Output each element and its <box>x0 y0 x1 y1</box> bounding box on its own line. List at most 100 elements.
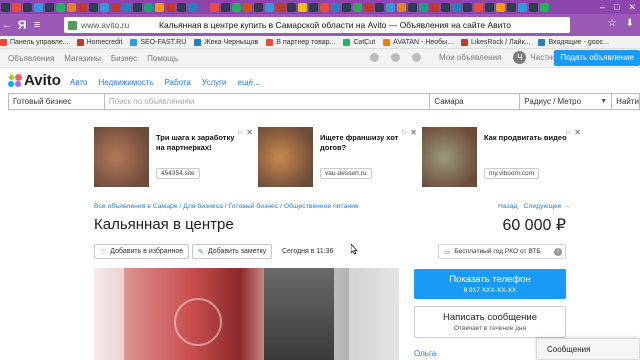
back-arrow-icon[interactable]: ← <box>0 19 14 31</box>
browser-tab-favicon-icon[interactable] <box>100 2 109 12</box>
browser-tab-favicon-icon[interactable] <box>166 2 175 12</box>
browser-tab-favicon-icon[interactable] <box>243 2 252 12</box>
browser-tab-favicon-icon[interactable] <box>254 2 263 12</box>
browser-tab-favicon-icon[interactable] <box>276 2 285 12</box>
browser-tab-favicon-icon[interactable] <box>12 2 21 12</box>
breadcrumb[interactable]: Все объявления в Самаре / Для бизнеса / … <box>94 203 359 210</box>
bookmark-item[interactable]: Панель управле... <box>0 38 69 46</box>
info-icon[interactable]: i <box>554 248 562 256</box>
search-button[interactable]: Найти <box>612 94 639 109</box>
browser-tab-favicon-icon[interactable] <box>188 2 197 12</box>
category-link[interactable]: ещё... <box>238 78 260 87</box>
show-phone-button[interactable]: Показать телефон 8 917 XXX-XX-XX <box>414 269 566 299</box>
download-icon[interactable]: ⬇ <box>626 18 634 29</box>
bell-icon[interactable] <box>391 53 400 62</box>
maximize-icon[interactable]: □ <box>614 2 619 12</box>
browser-tab-favicon-icon[interactable] <box>122 2 131 12</box>
browser-tab-favicon-icon[interactable] <box>364 2 373 12</box>
prev-link[interactable]: Назад <box>498 203 517 210</box>
post-ad-button[interactable]: Подать объявление <box>554 50 640 66</box>
browser-tab-favicon-icon[interactable] <box>452 2 461 12</box>
browser-tab-favicon-icon[interactable] <box>155 2 164 12</box>
ad-banner[interactable]: Три шага к заработку на партнерках! 4543… <box>94 127 255 187</box>
browser-tab-favicon-icon[interactable] <box>430 2 439 12</box>
browser-tab-favicon-icon[interactable] <box>496 2 505 12</box>
browser-tab-favicon-icon[interactable] <box>408 2 417 12</box>
browser-tab-favicon-icon[interactable] <box>199 2 208 12</box>
ad-info-icon[interactable]: ▷ <box>566 129 571 136</box>
ad-info-icon[interactable]: ▷ <box>238 129 243 136</box>
browser-tab-favicon-icon[interactable] <box>507 2 516 12</box>
yandex-logo[interactable]: Я <box>14 18 30 32</box>
bookmark-item[interactable]: Жека Черныщов <box>194 38 258 46</box>
add-favorite-button[interactable]: ♡ Добавить в избранное <box>94 244 190 259</box>
avito-logo[interactable]: Avito <box>8 72 61 89</box>
bookmark-item[interactable]: LikesRock / Лайк... <box>461 38 530 46</box>
browser-tab-favicon-icon[interactable] <box>89 2 98 12</box>
next-link[interactable]: Следующее → <box>523 203 570 210</box>
site-nav-link[interactable]: Бизнес <box>111 54 137 63</box>
bookmark-item[interactable]: CatCut <box>343 38 375 46</box>
minimize-icon[interactable]: – <box>600 2 605 12</box>
bookmark-item[interactable]: Входящие - gooc... <box>538 38 609 46</box>
category-link[interactable]: Услуги <box>202 78 227 87</box>
url-field[interactable]: www.avito.ru Кальянная в центре купить в… <box>64 17 570 33</box>
avatar[interactable]: Ч <box>513 51 527 64</box>
browser-tab-favicon-icon[interactable] <box>232 2 241 12</box>
browser-tab-favicon-icon[interactable] <box>78 2 87 12</box>
browser-tab-favicon-icon[interactable] <box>133 2 142 12</box>
category-link[interactable]: Работа <box>164 78 190 87</box>
browser-tab-favicon-icon[interactable] <box>397 2 406 12</box>
browser-tab-favicon-icon[interactable] <box>45 2 54 12</box>
star-icon[interactable]: ☆ <box>608 18 617 29</box>
close-icon[interactable]: ✕ <box>246 128 253 137</box>
browser-tab-favicon-icon[interactable] <box>529 2 538 12</box>
ad-info-icon[interactable]: ▷ <box>402 129 407 136</box>
bookmark-item[interactable]: SEO-FAST.RU <box>130 38 186 46</box>
browser-tab-favicon-icon[interactable] <box>419 2 428 12</box>
close-icon[interactable]: ✕ <box>410 128 417 137</box>
seller-name[interactable]: Ольга <box>414 349 436 358</box>
browser-tab-favicon-icon[interactable] <box>23 2 32 12</box>
browser-tab-favicon-icon[interactable] <box>221 2 230 12</box>
browser-tab-favicon-icon[interactable] <box>309 2 318 12</box>
site-nav-link[interactable]: Объявления <box>8 54 54 63</box>
browser-tab-favicon-icon[interactable] <box>353 2 362 12</box>
browser-tab-favicon-icon[interactable] <box>144 2 153 12</box>
browser-tab-favicon-icon[interactable] <box>375 2 384 12</box>
category-link[interactable]: Недвижимость <box>98 78 153 87</box>
category-select[interactable]: Готовый бизнес <box>9 94 105 109</box>
messages-tab[interactable]: Сообщения <box>536 338 640 360</box>
write-message-button[interactable]: Написать сообщение Отвечает в течение дн… <box>414 306 566 338</box>
ad-banner[interactable]: Как продвигать видео my.viboom.com ▷ ✕ <box>422 127 583 187</box>
heart-icon[interactable] <box>370 53 379 62</box>
menu-icon[interactable]: ≡ <box>30 19 44 31</box>
browser-tab-favicon-icon[interactable] <box>56 2 65 12</box>
browser-tab-favicon-icon[interactable] <box>320 2 329 12</box>
chat-icon[interactable] <box>412 53 421 62</box>
browser-tab-favicon-icon[interactable] <box>386 2 395 12</box>
ad-domain[interactable]: my.viboom.com <box>484 168 540 179</box>
bookmark-item[interactable]: AVATAN - Необы... <box>383 38 453 46</box>
browser-tab-favicon-icon[interactable] <box>463 2 472 12</box>
site-nav-link[interactable]: Помощь <box>147 54 178 63</box>
radius-select[interactable]: Радиус / Метро ▼ <box>520 94 613 109</box>
browser-tab-favicon-icon[interactable] <box>34 2 43 12</box>
browser-tab-favicon-icon[interactable] <box>177 2 186 12</box>
browser-tab-favicon-icon[interactable] <box>474 2 483 12</box>
browser-tab-favicon-icon[interactable] <box>265 2 274 12</box>
add-note-button[interactable]: ✎ Добавить заметку <box>192 244 273 259</box>
bookmark-item[interactable]: Homecredit <box>76 38 122 46</box>
browser-tab-favicon-icon[interactable] <box>298 2 307 12</box>
browser-tab-favicon-icon[interactable] <box>518 2 527 12</box>
my-ads-link[interactable]: Мои объявления <box>439 53 501 62</box>
close-icon[interactable]: ✕ <box>628 2 636 13</box>
browser-tab-favicon-icon[interactable] <box>540 2 549 12</box>
listing-photo[interactable] <box>94 268 399 360</box>
browser-tab-favicon-icon[interactable] <box>1 2 10 12</box>
browser-tab-favicon-icon[interactable] <box>287 2 296 12</box>
browser-tab-favicon-icon[interactable] <box>67 2 76 12</box>
browser-tab-favicon-icon[interactable] <box>331 2 340 12</box>
browser-tab-favicon-icon[interactable] <box>485 2 494 12</box>
ad-domain[interactable]: vau-dessert.ru <box>320 168 372 179</box>
